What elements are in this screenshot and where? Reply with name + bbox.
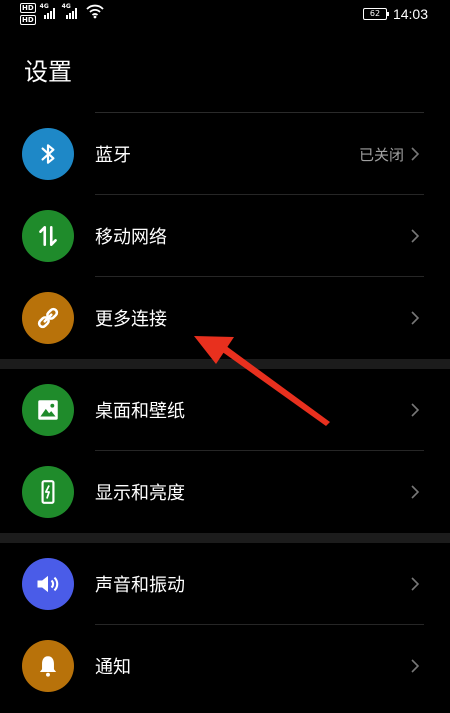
chevron-right-icon [411,485,420,499]
settings-item-sound[interactable]: 声音和振动 [0,543,450,625]
hd-badge: HD [20,15,36,25]
settings-item-value: 已关闭 [358,146,404,164]
settings-item-label: 通知 [95,657,131,678]
data-transfer-icon [22,210,74,262]
wifi-icon [86,4,104,19]
link-icon [22,292,74,344]
settings-item-more-connections[interactable]: 更多连接 [0,277,450,359]
settings-item-mobile-network[interactable]: 移动网络 [0,195,450,277]
phone-brightness-icon [22,466,74,518]
signal-strength-icon: 4G [62,3,80,21]
page-title: 设置 [24,58,72,86]
chevron-right-icon [411,577,420,591]
group-separator [0,359,450,369]
hd-badges: HD HD [20,3,36,25]
settings-item-bluetooth[interactable]: 蓝牙 已关闭 [0,113,450,195]
hd-badge: HD [20,3,36,13]
speaker-icon [22,558,74,610]
clock: 14:03 [392,6,428,22]
settings-item-display[interactable]: 显示和亮度 [0,451,450,533]
settings-item-label: 蓝牙 [95,145,131,166]
battery-icon: 62 [362,8,389,20]
image-icon [22,384,74,436]
chevron-right-icon [411,229,420,243]
status-bar-right: 62 14:03 [362,6,428,22]
chevron-right-icon [411,659,420,673]
settings-item-label: 显示和亮度 [95,483,185,504]
chevron-right-icon [411,147,420,161]
settings-item-label: 移动网络 [95,227,167,248]
signal-strength-icon: 4G [40,3,58,21]
settings-item-notifications[interactable]: 通知 [0,625,450,707]
chevron-right-icon [411,311,420,325]
group-separator [0,533,450,543]
settings-item-label: 声音和振动 [95,575,185,596]
settings-item-label: 更多连接 [95,309,167,330]
bell-icon [22,640,74,692]
chevron-right-icon [411,403,420,417]
settings-item-wallpaper[interactable]: 桌面和壁纸 [0,369,450,451]
bluetooth-icon [22,128,74,180]
settings-item-label: 桌面和壁纸 [95,401,185,422]
status-bar-left: HD HD 4G 4G [20,3,104,25]
status-bar: HD HD 4G 4G 62 14:03 [0,0,450,28]
